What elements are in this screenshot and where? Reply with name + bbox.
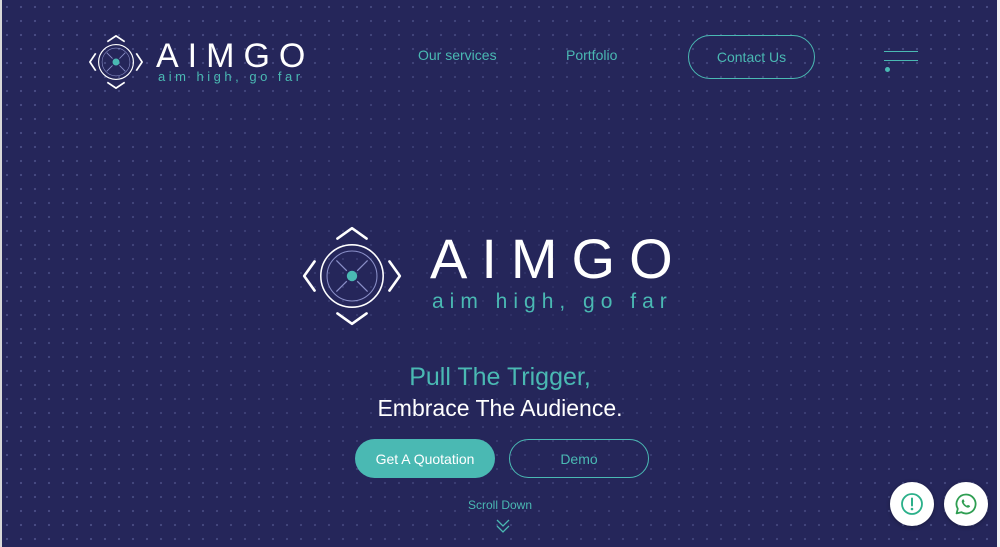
hero-logo-tagline: aim high, go far xyxy=(432,290,673,313)
logo-mark-icon xyxy=(89,35,143,89)
scroll-down-label[interactable]: Scroll Down xyxy=(0,498,1000,512)
nav-link-our-services[interactable]: Our services xyxy=(418,47,497,63)
exclamation-circle-icon xyxy=(901,493,923,515)
header-logo[interactable]: AIMGO aim high, go far xyxy=(86,33,316,91)
demo-button[interactable]: Demo xyxy=(509,439,649,478)
chevron-double-down-icon[interactable] xyxy=(495,517,511,535)
alert-floating-button[interactable] xyxy=(890,482,934,526)
hero-logo: AIMGO aim high, go far xyxy=(298,224,718,330)
hero-logo-mark-icon xyxy=(302,226,402,326)
hero-logo-wordmark: AIMGO xyxy=(430,227,687,290)
header-logo-tagline: aim high, go far xyxy=(158,69,304,84)
window-edge-left xyxy=(0,0,2,547)
whatsapp-floating-button[interactable] xyxy=(944,482,988,526)
hero-headline-line-2: Embrace The Audience. xyxy=(377,395,623,421)
menu-toggle-button[interactable] xyxy=(884,50,920,74)
get-a-quotation-button[interactable]: Get A Quotation xyxy=(355,439,495,478)
hero-headline-line-1: Pull The Trigger, xyxy=(409,363,591,391)
contact-us-button[interactable]: Contact Us xyxy=(688,35,815,79)
nav-link-portfolio[interactable]: Portfolio xyxy=(566,47,617,63)
whatsapp-icon xyxy=(955,493,977,515)
